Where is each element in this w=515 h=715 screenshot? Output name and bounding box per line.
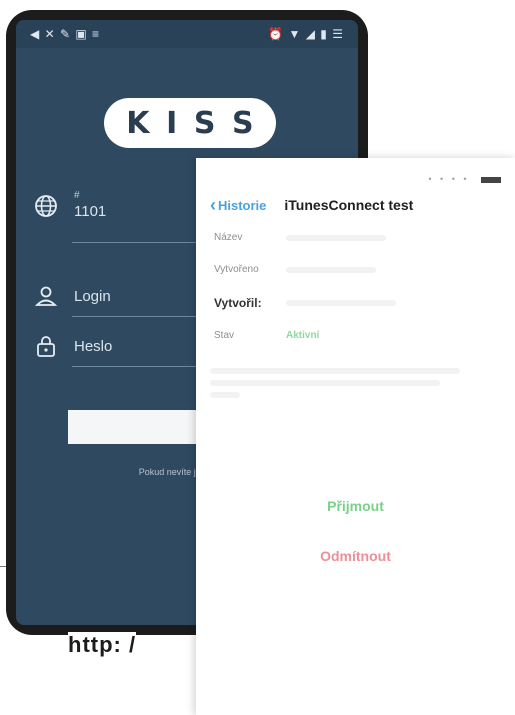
login-placeholder: Login (74, 287, 111, 305)
password-field[interactable]: Heslo (32, 332, 112, 360)
detail-note (210, 368, 480, 398)
status-icons-left: ◀ ✕ ✎ ▣ ≡ (30, 27, 101, 41)
globe-icon (32, 192, 60, 220)
note-line (210, 368, 460, 374)
lock-icon (32, 332, 60, 360)
logo-letter: S (232, 105, 254, 141)
detail-value-placeholder (286, 266, 376, 273)
battery-icon (481, 176, 501, 183)
detail-row-author: Vytvořil: (214, 296, 494, 310)
page-title: iTunesConnect test (284, 197, 414, 213)
status-value: Aktivní (286, 330, 320, 341)
url-caption: http: / (68, 632, 137, 658)
detail-row-name: Název (214, 232, 494, 243)
password-placeholder: Heslo (74, 337, 113, 355)
logo-letter: K (126, 105, 150, 141)
back-button-label: Historie (218, 197, 267, 213)
chevron-left-icon: ‹ (210, 195, 216, 215)
ios-nav-bar: ‹ Historie iTunesConnect test (196, 192, 515, 218)
login-field[interactable]: Login (32, 282, 111, 310)
stage: ◀ ✕ ✎ ▣ ≡ ⏰ ▼ ◢ ▮ ☰ K I S S # 1101 Login… (0, 0, 515, 715)
detail-row-status: Stav Aktivní (214, 330, 494, 341)
detail-value-placeholder (286, 300, 396, 306)
back-button[interactable]: ‹ Historie (196, 196, 266, 214)
detail-label: Vytvořeno (214, 264, 259, 275)
detail-label: Stav (214, 330, 235, 341)
note-line (210, 380, 440, 386)
detail-value-placeholder (286, 234, 386, 241)
logo-letter: S (193, 105, 216, 141)
server-field-hint: # (74, 190, 80, 201)
detail-label: Název (214, 232, 243, 243)
detail-label: Vytvořil: (214, 296, 262, 310)
note-line (210, 392, 240, 398)
user-icon (32, 282, 60, 310)
ios-detail-screen: • • • • ‹ Historie iTunesConnect test Ná… (196, 158, 515, 715)
server-field-value: 1101 (74, 203, 107, 220)
kiss-logo: K I S S (104, 98, 276, 148)
detail-row-created: Vytvořeno (214, 264, 494, 275)
server-field[interactable]: # 1101 (32, 190, 106, 221)
logo-letter: I (166, 105, 178, 141)
accept-button[interactable]: Přijmout (196, 498, 515, 514)
reject-button[interactable]: Odmítnout (196, 548, 515, 564)
ios-status-bar: • • • • (428, 174, 501, 184)
android-status-bar: ◀ ✕ ✎ ▣ ≡ ⏰ ▼ ◢ ▮ ☰ (16, 20, 358, 48)
status-icons-right: ⏰ ▼ ◢ ▮ ☰ (268, 27, 344, 41)
